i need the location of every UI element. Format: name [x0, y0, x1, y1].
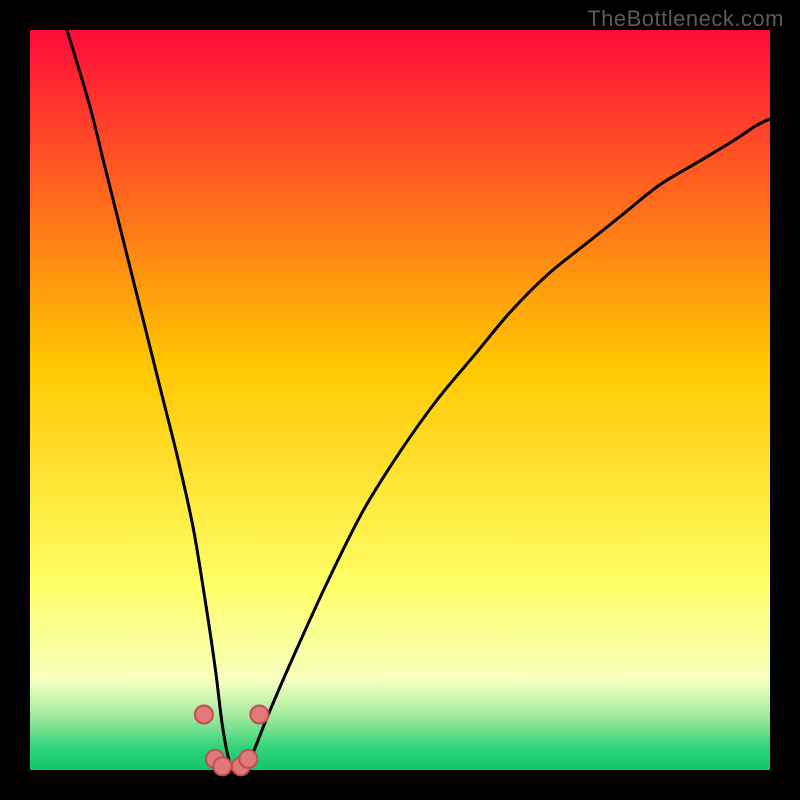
curve-marker	[195, 706, 213, 724]
chart-stage: TheBottleneck.com	[0, 0, 800, 800]
plot-svg	[0, 0, 800, 800]
curve-marker	[213, 757, 231, 775]
gradient-panel	[30, 30, 770, 770]
watermark-label: TheBottleneck.com	[587, 6, 784, 32]
curve-marker	[239, 750, 257, 768]
curve-marker	[250, 706, 268, 724]
